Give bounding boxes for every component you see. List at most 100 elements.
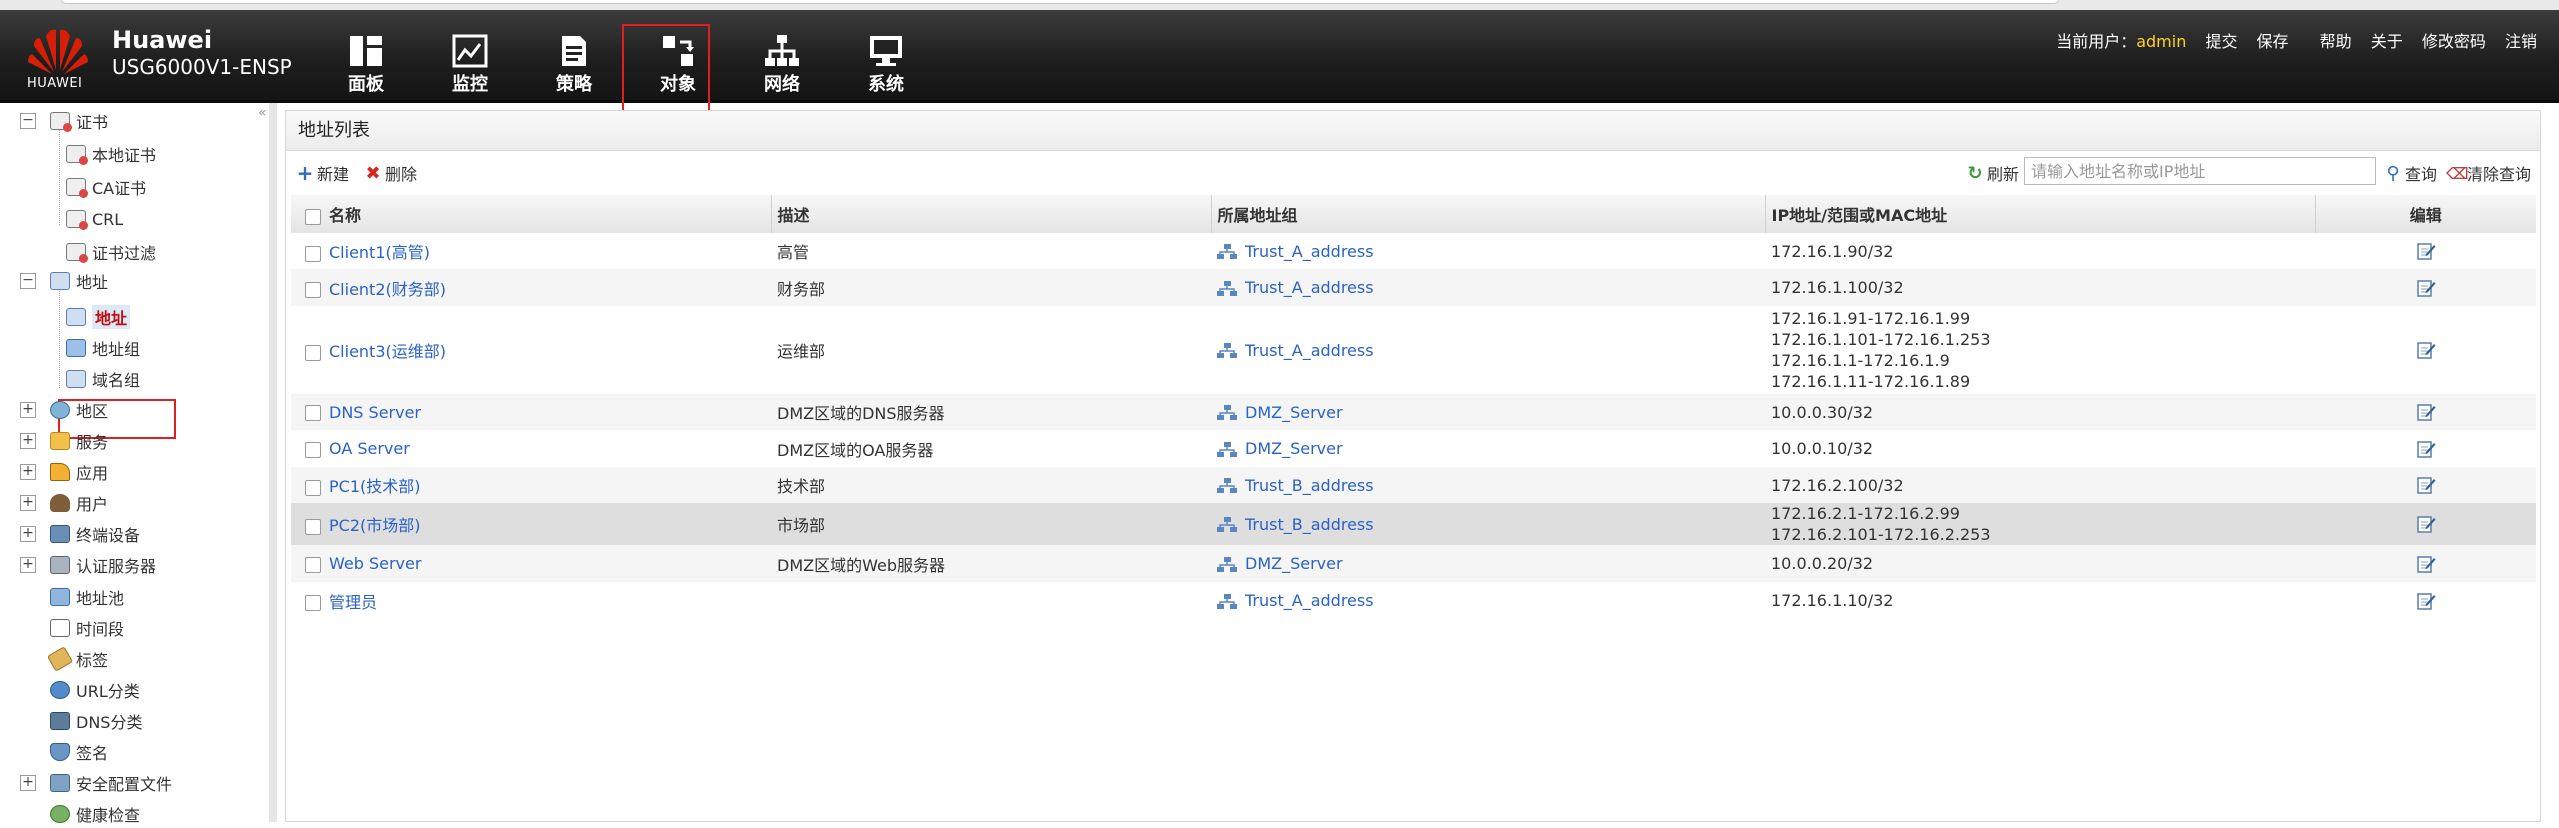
sidebar-item-crl[interactable]: CRL bbox=[66, 205, 123, 233]
expand-toggle[interactable]: + bbox=[20, 775, 36, 791]
address-group-link[interactable]: Trust_B_address bbox=[1245, 515, 1374, 534]
edit-icon[interactable] bbox=[2416, 554, 2436, 574]
row-checkbox[interactable] bbox=[305, 479, 321, 496]
select-all-checkbox[interactable] bbox=[305, 208, 321, 225]
sidebar-item-address-group-folder[interactable]: − 地址 bbox=[20, 267, 108, 295]
expand-toggle[interactable]: + bbox=[20, 402, 36, 418]
sidebar-item-domain-group[interactable]: 域名组 bbox=[66, 365, 140, 393]
row-checkbox[interactable] bbox=[305, 245, 321, 262]
address-name-link[interactable]: Client3(运维部) bbox=[329, 342, 446, 361]
table-row[interactable]: PC1(技术部) 技术部 Trust_B_address 172.16.2.100/3… bbox=[291, 467, 2536, 503]
sidebar-item-ca-cert[interactable]: CA证书 bbox=[66, 173, 146, 201]
nav-system[interactable]: 系统 bbox=[846, 30, 926, 100]
edit-icon[interactable] bbox=[2416, 591, 2436, 611]
expand-toggle[interactable]: + bbox=[20, 464, 36, 480]
address-group-link[interactable]: Trust_A_address bbox=[1245, 278, 1374, 297]
edit-icon[interactable] bbox=[2416, 475, 2436, 495]
column-header-ip[interactable]: IP地址/范围或MAC地址 bbox=[1764, 195, 2315, 233]
row-checkbox[interactable] bbox=[305, 441, 321, 458]
nav-policy[interactable]: 策略 bbox=[534, 30, 614, 100]
sidebar-item-local-cert[interactable]: 本地证书 bbox=[66, 140, 156, 168]
sidebar-item-address[interactable]: 地址 bbox=[66, 303, 131, 331]
sidebar-item-address-pool[interactable]: 地址池 bbox=[50, 583, 124, 611]
expand-toggle[interactable]: + bbox=[20, 526, 36, 542]
address-group-link[interactable]: DMZ_Server bbox=[1245, 554, 1343, 573]
sidebar-item-time-range[interactable]: 时间段 bbox=[50, 614, 124, 642]
table-row[interactable]: Web Server DMZ区域的Web服务器 DMZ_Server 10.0.0.2… bbox=[291, 545, 2536, 582]
row-checkbox[interactable] bbox=[305, 595, 321, 611]
table-row[interactable]: 管理员 Trust_A_address 172.16.1.10/32 bbox=[291, 582, 2536, 619]
sidebar-collapse-button[interactable]: « bbox=[258, 105, 267, 121]
new-button[interactable]: + 新建 bbox=[296, 161, 349, 185]
help-link[interactable]: 帮助 bbox=[2320, 32, 2352, 51]
table-row[interactable]: Client3(运维部) 运维部 Trust_A_address 172.16.1.9… bbox=[291, 306, 2536, 394]
submit-link[interactable]: 提交 bbox=[2205, 32, 2237, 51]
save-link[interactable]: 保存 bbox=[2257, 32, 2289, 51]
expand-toggle[interactable]: + bbox=[20, 557, 36, 573]
column-header-group[interactable]: 所属地址组 bbox=[1210, 195, 1765, 233]
sidebar-item-terminal-device[interactable]: + 终端设备 bbox=[20, 520, 140, 548]
row-checkbox[interactable] bbox=[305, 518, 321, 535]
address-group-link[interactable]: DMZ_Server bbox=[1245, 439, 1343, 458]
edit-icon[interactable] bbox=[2416, 514, 2436, 534]
edit-icon[interactable] bbox=[2416, 439, 2436, 459]
table-row[interactable]: OA Server DMZ区域的OA服务器 DMZ_Server 10.0.0.10/… bbox=[291, 430, 2536, 467]
address-group-link[interactable]: DMZ_Server bbox=[1245, 403, 1343, 422]
sidebar-item-address-group[interactable]: 地址组 bbox=[66, 334, 140, 362]
table-row[interactable]: Client2(财务部) 财务部 Trust_A_address 172.16.1.1… bbox=[291, 269, 2536, 306]
about-link[interactable]: 关于 bbox=[2371, 32, 2403, 51]
sidebar-item-service[interactable]: + 服务 bbox=[20, 427, 108, 455]
sidebar-item-region[interactable]: + 地区 bbox=[20, 396, 108, 424]
sidebar-item-cert-filter[interactable]: 证书过滤 bbox=[66, 238, 156, 266]
row-checkbox[interactable] bbox=[305, 344, 321, 361]
address-group-link[interactable]: Trust_B_address bbox=[1245, 476, 1374, 495]
edit-icon[interactable] bbox=[2416, 402, 2436, 422]
sidebar-item-health-check[interactable]: 健康检查 bbox=[50, 800, 140, 828]
expand-toggle[interactable]: + bbox=[20, 495, 36, 511]
table-row[interactable]: PC2(市场部) 市场部 Trust_B_address 172.16.2.1-172… bbox=[291, 503, 2536, 545]
search-button[interactable]: ⚲ 查询 bbox=[2384, 161, 2437, 185]
nav-network[interactable]: 网络 bbox=[742, 30, 822, 100]
address-name-link[interactable]: Client1(高管) bbox=[329, 243, 430, 262]
nav-monitor[interactable]: 监控 bbox=[430, 30, 510, 100]
sidebar-item-security-profile[interactable]: + 安全配置文件 bbox=[20, 769, 172, 797]
expand-toggle[interactable]: + bbox=[20, 433, 36, 449]
address-bar[interactable] bbox=[60, 0, 2060, 4]
edit-icon[interactable] bbox=[2416, 278, 2436, 298]
column-header-name[interactable]: 名称 bbox=[291, 195, 771, 233]
collapse-toggle[interactable]: − bbox=[20, 113, 36, 129]
table-row[interactable]: DNS Server DMZ区域的DNS服务器 DMZ_Server 10.0.0.3… bbox=[291, 394, 2536, 430]
delete-button[interactable]: ✖ 删除 bbox=[364, 161, 417, 185]
address-name-link[interactable]: PC1(技术部) bbox=[329, 477, 421, 496]
nav-dashboard[interactable]: 面板 bbox=[326, 30, 406, 100]
change-password-link[interactable]: 修改密码 bbox=[2422, 32, 2486, 51]
address-group-link[interactable]: Trust_A_address bbox=[1245, 591, 1374, 610]
address-name-link[interactable]: OA Server bbox=[329, 439, 410, 458]
sidebar-item-user[interactable]: + 用户 bbox=[20, 489, 108, 517]
address-name-link[interactable]: DNS Server bbox=[329, 403, 421, 422]
address-name-link[interactable]: Client2(财务部) bbox=[329, 280, 446, 299]
sidebar-item-dns-category[interactable]: DNS分类 bbox=[50, 707, 142, 735]
address-name-link[interactable]: PC2(市场部) bbox=[329, 516, 421, 535]
edit-icon[interactable] bbox=[2416, 340, 2436, 360]
sidebar-item-auth-server[interactable]: + 认证服务器 bbox=[20, 551, 156, 579]
address-group-link[interactable]: Trust_A_address bbox=[1245, 341, 1374, 360]
address-name-link[interactable]: Web Server bbox=[329, 554, 421, 573]
refresh-button[interactable]: ↻ 刷新 bbox=[1966, 161, 2019, 185]
row-checkbox[interactable] bbox=[305, 282, 321, 298]
address-group-link[interactable]: Trust_A_address bbox=[1245, 242, 1374, 261]
sidebar-item-application[interactable]: + 应用 bbox=[20, 458, 108, 486]
row-checkbox[interactable] bbox=[305, 405, 321, 421]
logout-link[interactable]: 注销 bbox=[2505, 32, 2537, 51]
edit-icon[interactable] bbox=[2416, 241, 2436, 261]
row-checkbox[interactable] bbox=[305, 556, 321, 573]
clear-search-button[interactable]: ⌫ 清除查询 bbox=[2446, 161, 2531, 185]
sidebar-item-tag[interactable]: 标签 bbox=[46, 645, 108, 673]
sidebar-item-certificate[interactable]: − 证书 bbox=[20, 107, 108, 135]
collapse-toggle[interactable]: − bbox=[20, 273, 36, 289]
column-header-description[interactable]: 描述 bbox=[770, 195, 1211, 233]
address-name-link[interactable]: 管理员 bbox=[329, 593, 377, 612]
table-row[interactable]: Client1(高管) 高管 Trust_A_address 172.16.1.90/… bbox=[291, 233, 2536, 269]
sidebar-item-url-category[interactable]: URL分类 bbox=[50, 676, 140, 704]
sidebar-item-signature[interactable]: 签名 bbox=[50, 738, 108, 766]
